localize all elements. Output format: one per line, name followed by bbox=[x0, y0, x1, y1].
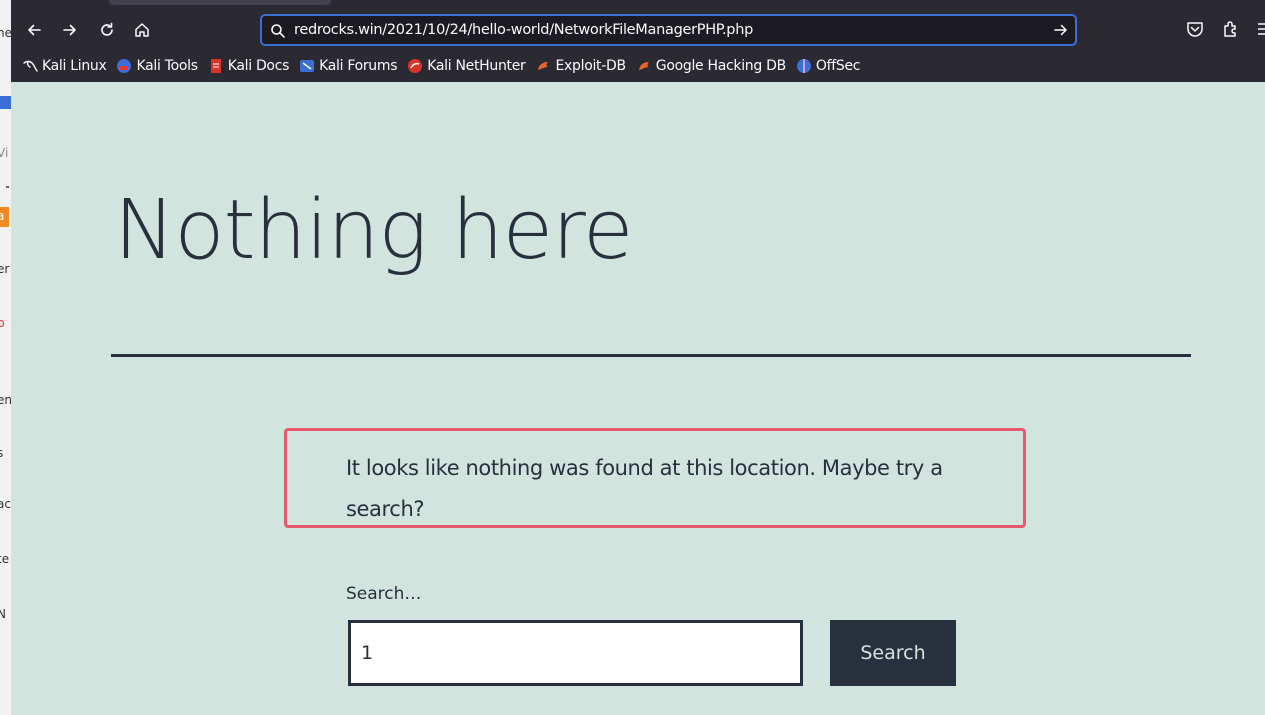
kali-forums-icon bbox=[299, 58, 315, 74]
bookmark-label: Exploit-DB bbox=[555, 58, 626, 74]
extensions-icon[interactable] bbox=[1222, 20, 1240, 38]
fragment-text: s bbox=[0, 446, 4, 460]
kali-dragon-icon bbox=[22, 58, 38, 74]
page-content: Nothing here It looks like nothing was f… bbox=[11, 82, 1265, 715]
bookmark-kali-nethunter[interactable]: Kali NetHunter bbox=[407, 58, 526, 74]
kali-docs-icon bbox=[208, 58, 224, 74]
fragment-text: er bbox=[0, 262, 10, 276]
active-tab-edge[interactable] bbox=[109, 0, 331, 5]
browser-toolbar: Kali Linux Kali Tools Kali Docs Kali For… bbox=[11, 0, 1265, 82]
bookmark-exploit-db[interactable]: Exploit-DB bbox=[535, 58, 626, 74]
home-button[interactable] bbox=[131, 19, 153, 41]
bookmark-kali-tools[interactable]: Kali Tools bbox=[116, 58, 198, 74]
fragment-text: Vi bbox=[0, 146, 9, 160]
background-window-edge: he Vi a er p en s ac te N bbox=[0, 0, 11, 715]
bookmark-label: Kali Linux bbox=[42, 58, 107, 74]
home-icon bbox=[135, 23, 149, 37]
pocket-icon[interactable] bbox=[1186, 20, 1204, 38]
menu-icon[interactable] bbox=[1258, 20, 1265, 38]
tick-mark bbox=[6, 186, 9, 188]
bookmarks-toolbar: Kali Linux Kali Tools Kali Docs Kali For… bbox=[22, 53, 870, 79]
bookmark-label: Google Hacking DB bbox=[655, 58, 786, 74]
fragment-text: ac bbox=[0, 497, 11, 511]
reload-icon bbox=[101, 22, 113, 36]
bookmark-offsec[interactable]: OffSec bbox=[796, 58, 860, 74]
bookmark-kali-linux[interactable]: Kali Linux bbox=[22, 58, 107, 74]
blue-marker bbox=[0, 96, 11, 109]
search-input[interactable] bbox=[348, 620, 803, 686]
offsec-icon bbox=[796, 58, 812, 74]
page-title: Nothing here bbox=[114, 183, 633, 278]
address-bar[interactable] bbox=[261, 15, 1076, 45]
search-label: Search… bbox=[346, 584, 422, 604]
exploit-db-icon bbox=[535, 58, 551, 74]
search-button[interactable]: Search bbox=[830, 620, 956, 686]
arrow-right-icon bbox=[63, 24, 76, 36]
fragment-text: en bbox=[0, 393, 11, 407]
forward-button[interactable] bbox=[59, 19, 81, 41]
not-found-message: It looks like nothing was found at this … bbox=[346, 456, 943, 521]
fragment-text: N bbox=[0, 607, 6, 621]
arrow-left-icon bbox=[28, 24, 41, 36]
bookmark-google-hacking-db[interactable]: Google Hacking DB bbox=[636, 58, 786, 74]
go-arrow-icon[interactable] bbox=[1053, 22, 1069, 38]
back-button[interactable] bbox=[23, 19, 45, 41]
search-icon bbox=[271, 24, 285, 38]
bookmark-label: Kali Docs bbox=[227, 58, 290, 74]
bookmark-kali-docs[interactable]: Kali Docs bbox=[208, 58, 289, 74]
bookmark-label: Kali Tools bbox=[136, 58, 198, 74]
bookmark-label: Kali Forums bbox=[319, 58, 398, 74]
bookmark-kali-forums[interactable]: Kali Forums bbox=[299, 58, 398, 74]
bookmark-label: OffSec bbox=[815, 58, 861, 74]
kali-nethunter-icon bbox=[407, 58, 423, 74]
bookmark-label: Kali NetHunter bbox=[427, 58, 526, 74]
fragment-text: p bbox=[0, 316, 5, 330]
url-input[interactable] bbox=[294, 20, 1034, 40]
reload-button[interactable] bbox=[96, 19, 118, 41]
fragment-text: a bbox=[0, 209, 5, 223]
fragment-text: te bbox=[0, 552, 10, 566]
title-divider bbox=[111, 354, 1191, 357]
ghdb-icon bbox=[636, 58, 652, 74]
kali-tools-icon bbox=[116, 58, 132, 74]
fragment-text: he bbox=[0, 26, 11, 40]
